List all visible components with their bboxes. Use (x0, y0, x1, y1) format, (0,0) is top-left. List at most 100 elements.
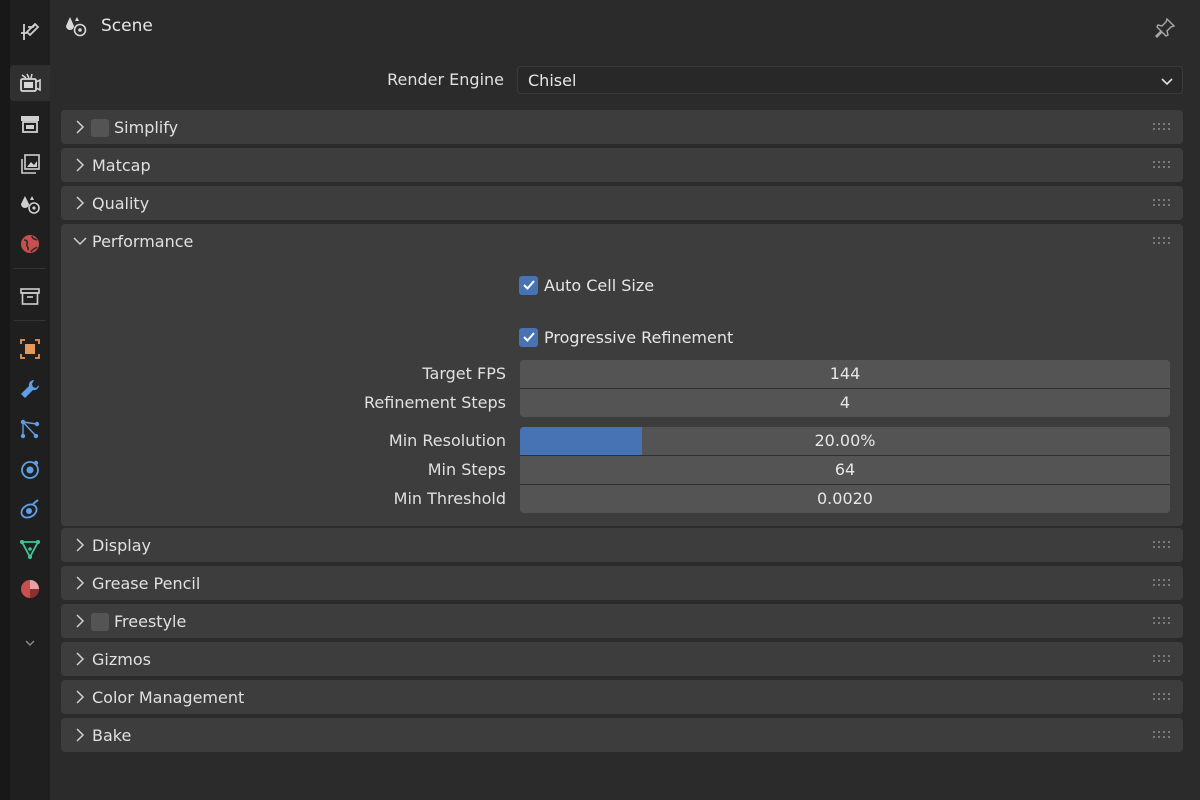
tab-constraints[interactable] (10, 491, 50, 527)
panel-header-color-management[interactable]: Color Management (61, 680, 1183, 714)
progressive-refinement-label: Progressive Refinement (544, 327, 734, 347)
drag-grip-icon[interactable] (1153, 160, 1171, 170)
panel-display: Display (61, 528, 1183, 562)
panel-label-performance: Performance (92, 232, 194, 251)
scene-icon (21, 196, 40, 214)
tab-data[interactable] (10, 531, 50, 567)
drag-grip-icon[interactable] (1153, 654, 1171, 664)
tab-modifiers[interactable] (10, 371, 50, 407)
progressive-refinement-checkbox[interactable] (519, 327, 538, 347)
drag-grip-icon[interactable] (1153, 578, 1171, 588)
panel-quality: Quality (61, 186, 1183, 220)
tool-icon (21, 22, 40, 40)
tab-particles[interactable] (10, 411, 50, 447)
tab-separator (14, 320, 46, 321)
auto-cell-size-toggle[interactable]: Auto Cell Size (519, 274, 654, 296)
panel-performance: Performance Auto Cell Size Progressive R… (61, 224, 1183, 526)
min-steps-row: Min Steps 64 (61, 456, 1183, 484)
refinement-steps-value: 4 (839, 393, 851, 412)
tab-collection[interactable] (10, 278, 50, 314)
simplify-checkbox[interactable] (91, 119, 109, 137)
performance-body: Auto Cell Size Progressive Refinement Ta… (61, 258, 1183, 526)
chevron-right-icon (76, 158, 85, 172)
panel-label-matcap: Matcap (92, 156, 151, 175)
render-engine-value: Chisel (528, 71, 577, 90)
panel-label-gizmos: Gizmos (92, 650, 151, 669)
data-icon (20, 540, 40, 559)
panel-header-grease-pencil[interactable]: Grease Pencil (61, 566, 1183, 600)
min-resolution-slider[interactable]: 20.00% (520, 427, 1170, 455)
render-engine-label: Render Engine (387, 70, 504, 89)
panel-header-gizmos[interactable]: Gizmos (61, 642, 1183, 676)
tab-object[interactable] (10, 331, 50, 367)
tab-output[interactable] (10, 106, 50, 142)
drag-grip-icon[interactable] (1153, 692, 1171, 702)
drag-grip-icon[interactable] (1153, 540, 1171, 550)
panel-matcap: Matcap (61, 148, 1183, 182)
output-icon (21, 116, 39, 133)
panel-header-simplify[interactable]: Simplify (61, 110, 1183, 144)
tab-material[interactable] (10, 571, 50, 607)
render-engine-dropdown[interactable]: Chisel (517, 66, 1183, 94)
min-threshold-label: Min Threshold (393, 489, 506, 508)
chevron-down-icon (73, 237, 87, 246)
properties-header: Scene (50, 0, 1200, 54)
target-fps-row: Target FPS 144 (61, 360, 1183, 388)
chevron-right-icon (76, 728, 85, 742)
refinement-steps-field[interactable]: 4 (520, 389, 1170, 417)
panel-header-performance[interactable]: Performance (61, 224, 1183, 258)
panel-freestyle: Freestyle (61, 604, 1183, 638)
auto-cell-size-label: Auto Cell Size (544, 275, 655, 295)
chevron-right-icon (76, 652, 85, 666)
target-fps-value: 144 (829, 364, 861, 383)
panel-header-freestyle[interactable]: Freestyle (61, 604, 1183, 638)
drag-grip-icon[interactable] (1153, 616, 1171, 626)
tab-view-layer[interactable] (10, 146, 50, 182)
min-threshold-field[interactable]: 0.0020 (520, 485, 1170, 513)
scene-icon (66, 17, 87, 37)
properties-editor: Scene Render Engine Chisel Simplify Matc… (50, 0, 1200, 800)
drag-grip-icon[interactable] (1153, 198, 1171, 208)
properties-tab-bar (0, 0, 50, 800)
chevron-right-icon (76, 576, 85, 590)
panel-label-display: Display (92, 536, 151, 555)
panel-header-bake[interactable]: Bake (61, 718, 1183, 752)
chevron-right-icon (76, 690, 85, 704)
panel-label-grease-pencil: Grease Pencil (92, 574, 201, 593)
drag-grip-icon[interactable] (1153, 730, 1171, 740)
panel-header-display[interactable]: Display (61, 528, 1183, 562)
target-fps-label: Target FPS (422, 364, 506, 383)
tab-world[interactable] (10, 226, 50, 262)
progressive-refinement-toggle[interactable]: Progressive Refinement (519, 326, 733, 348)
tab-scene[interactable] (10, 186, 50, 222)
tab-render[interactable] (10, 65, 50, 101)
drag-grip-icon[interactable] (1153, 122, 1171, 132)
min-resolution-fill (520, 427, 643, 455)
min-steps-value: 64 (834, 460, 856, 479)
min-threshold-row: Min Threshold 0.0020 (61, 485, 1183, 513)
render-engine-row: Render Engine Chisel (50, 64, 1200, 96)
tab-tool[interactable] (10, 14, 50, 50)
particles-icon (20, 419, 40, 439)
drag-grip-icon[interactable] (1153, 236, 1171, 246)
panel-label-color-management: Color Management (92, 688, 245, 707)
panel-label-quality: Quality (92, 194, 150, 213)
panel-header-matcap[interactable]: Matcap (61, 148, 1183, 182)
checkmark-icon (522, 332, 535, 342)
pin-icon[interactable] (1154, 17, 1176, 39)
tab-physics[interactable] (10, 451, 50, 487)
refinement-steps-row: Refinement Steps 4 (61, 389, 1183, 417)
min-resolution-label: Min Resolution (388, 431, 506, 450)
chevron-right-icon (76, 196, 85, 210)
target-fps-field[interactable]: 144 (520, 360, 1170, 388)
chevron-right-icon (76, 120, 85, 134)
freestyle-checkbox[interactable] (91, 613, 109, 631)
chevron-down-icon (1161, 78, 1173, 86)
panel-header-quality[interactable]: Quality (61, 186, 1183, 220)
auto-cell-size-checkbox[interactable] (519, 275, 538, 295)
tab-expand[interactable] (10, 625, 50, 661)
world-icon (21, 235, 39, 253)
min-steps-field[interactable]: 64 (520, 456, 1170, 484)
panel-grease-pencil: Grease Pencil (61, 566, 1183, 600)
chevron-right-icon (76, 538, 85, 552)
